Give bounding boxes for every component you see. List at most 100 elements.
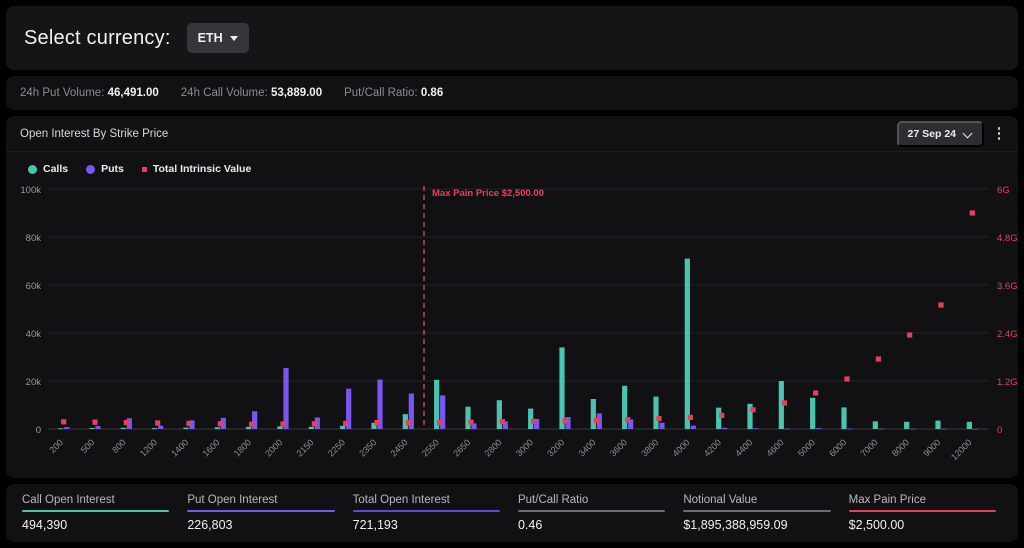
bar-calls[interactable] (622, 385, 628, 429)
bar-calls[interactable] (528, 408, 534, 429)
calls-swatch-icon (28, 164, 37, 174)
bar-puts[interactable] (784, 428, 790, 430)
bar-calls[interactable] (246, 426, 252, 429)
marker-total-intrinsic-value[interactable] (719, 412, 725, 418)
bar-calls[interactable] (716, 407, 722, 429)
marker-total-intrinsic-value[interactable] (656, 416, 662, 422)
marker-total-intrinsic-value[interactable] (593, 417, 599, 423)
bar-calls[interactable] (653, 396, 659, 429)
x-axis-tick-label: 2550 (420, 437, 441, 458)
x-axis-tick-label: 500 (79, 437, 97, 455)
marker-total-intrinsic-value[interactable] (562, 418, 568, 424)
marker-total-intrinsic-value[interactable] (531, 418, 537, 424)
bar-calls[interactable] (810, 397, 816, 429)
marker-total-intrinsic-value[interactable] (781, 400, 787, 406)
bar-calls[interactable] (904, 421, 910, 429)
legend-label-puts: Puts (101, 163, 124, 175)
x-axis-tick-label: 8000 (890, 437, 911, 458)
marker-total-intrinsic-value[interactable] (186, 420, 192, 426)
marker-total-intrinsic-value[interactable] (343, 420, 349, 426)
bar-calls[interactable] (559, 347, 565, 429)
put-volume-stat: 24h Put Volume: 46,491.00 (20, 87, 159, 99)
y-axis-tick-label: 60k (26, 281, 42, 292)
legend-item-calls[interactable]: Calls (28, 163, 68, 175)
marker-total-intrinsic-value[interactable] (875, 356, 881, 362)
chart-plot-area[interactable]: 0 20k 40k 60k 80k 100k 0 1.2G 2.4G 3.6G 4.8G 6G Max … (6, 181, 1018, 478)
marker-total-intrinsic-value[interactable] (687, 414, 693, 420)
bar-puts[interactable] (941, 428, 947, 430)
bar-puts[interactable] (283, 368, 289, 429)
marker-total-intrinsic-value[interactable] (374, 420, 380, 426)
marker-total-intrinsic-value[interactable] (750, 407, 756, 413)
expiry-date-select[interactable]: 27 Sep 24 (896, 120, 984, 147)
bar-calls[interactable] (89, 428, 95, 429)
bar-calls[interactable] (966, 421, 972, 429)
marker-total-intrinsic-value[interactable] (499, 419, 505, 425)
marker-total-intrinsic-value[interactable] (813, 390, 819, 396)
y2-axis-tick-label: 0 (997, 425, 1002, 436)
bar-calls[interactable] (872, 421, 878, 429)
bar-puts[interactable] (64, 427, 70, 429)
bar-calls[interactable] (841, 407, 847, 429)
marker-total-intrinsic-value[interactable] (405, 420, 411, 426)
marker-total-intrinsic-value[interactable] (938, 302, 944, 308)
marker-total-intrinsic-value[interactable] (217, 421, 223, 427)
marker-total-intrinsic-value[interactable] (311, 421, 317, 427)
bar-calls[interactable] (58, 428, 64, 430)
bar-puts[interactable] (816, 428, 822, 429)
marker-total-intrinsic-value[interactable] (280, 421, 286, 427)
legend-item-puts[interactable]: Puts (86, 163, 124, 175)
intrinsic-swatch-icon (141, 166, 147, 172)
bar-calls[interactable] (496, 400, 502, 429)
put-call-ratio-stat: Put/Call Ratio: 0.86 (344, 87, 443, 99)
expiry-date-value: 27 Sep 24 (907, 127, 956, 140)
bar-puts[interactable] (722, 427, 728, 429)
marker-total-intrinsic-value[interactable] (437, 420, 443, 426)
bar-calls[interactable] (590, 399, 596, 429)
marker-total-intrinsic-value[interactable] (969, 210, 975, 216)
more-options-icon[interactable] (988, 121, 1010, 147)
stat-value: 226,803 (187, 517, 233, 532)
bar-calls[interactable] (183, 427, 189, 429)
bar-puts[interactable] (910, 428, 916, 430)
bar-calls[interactable] (684, 258, 690, 429)
bar-calls[interactable] (152, 428, 158, 429)
bar-calls[interactable] (465, 406, 471, 429)
bar-calls[interactable] (308, 426, 314, 429)
bar-puts[interactable] (158, 425, 164, 429)
marker-total-intrinsic-value[interactable] (625, 417, 631, 423)
bar-calls[interactable] (214, 427, 220, 429)
chevron-down-icon (964, 129, 973, 138)
currency-select-button[interactable]: ETH (186, 23, 249, 53)
x-axis-tick-label: 6000 (827, 437, 848, 458)
stat-rule (352, 510, 500, 512)
bar-puts[interactable] (659, 422, 665, 429)
bar-puts[interactable] (972, 428, 978, 430)
bar-calls[interactable] (120, 427, 126, 429)
bar-puts[interactable] (753, 428, 759, 430)
marker-total-intrinsic-value[interactable] (907, 332, 913, 338)
x-axis-tick-label: 9000 (921, 437, 942, 458)
bar-calls[interactable] (277, 426, 283, 429)
legend-item-intrinsic[interactable]: Total Intrinsic Value (141, 163, 252, 175)
bar-puts[interactable] (95, 426, 101, 429)
open-interest-plot[interactable]: 0 20k 40k 60k 80k 100k 0 1.2G 2.4G 3.6G 4.8G 6G Max … (6, 181, 1024, 471)
marker-total-intrinsic-value[interactable] (844, 376, 850, 382)
y2-axis-tick-label: 6G (997, 185, 1010, 196)
bar-calls[interactable] (935, 420, 941, 429)
marker-total-intrinsic-value[interactable] (92, 419, 98, 425)
summary-stats-row: Call Open Interest 494,390 Put Open Intere… (6, 484, 1018, 542)
y-axis-tick-label: 80k (26, 233, 42, 244)
legend-label-intrinsic: Total Intrinsic Value (152, 163, 252, 175)
marker-total-intrinsic-value[interactable] (468, 419, 474, 425)
bar-calls[interactable] (340, 425, 346, 429)
bar-puts[interactable] (847, 428, 853, 430)
bar-puts[interactable] (878, 428, 884, 430)
marker-total-intrinsic-value[interactable] (155, 420, 161, 426)
bar-puts[interactable] (690, 425, 696, 429)
x-axis-tick-label: 1800 (232, 437, 253, 458)
stat-label: Total Open Interest (352, 494, 450, 507)
marker-total-intrinsic-value[interactable] (123, 420, 129, 426)
marker-total-intrinsic-value[interactable] (249, 421, 255, 427)
marker-total-intrinsic-value[interactable] (61, 419, 67, 425)
